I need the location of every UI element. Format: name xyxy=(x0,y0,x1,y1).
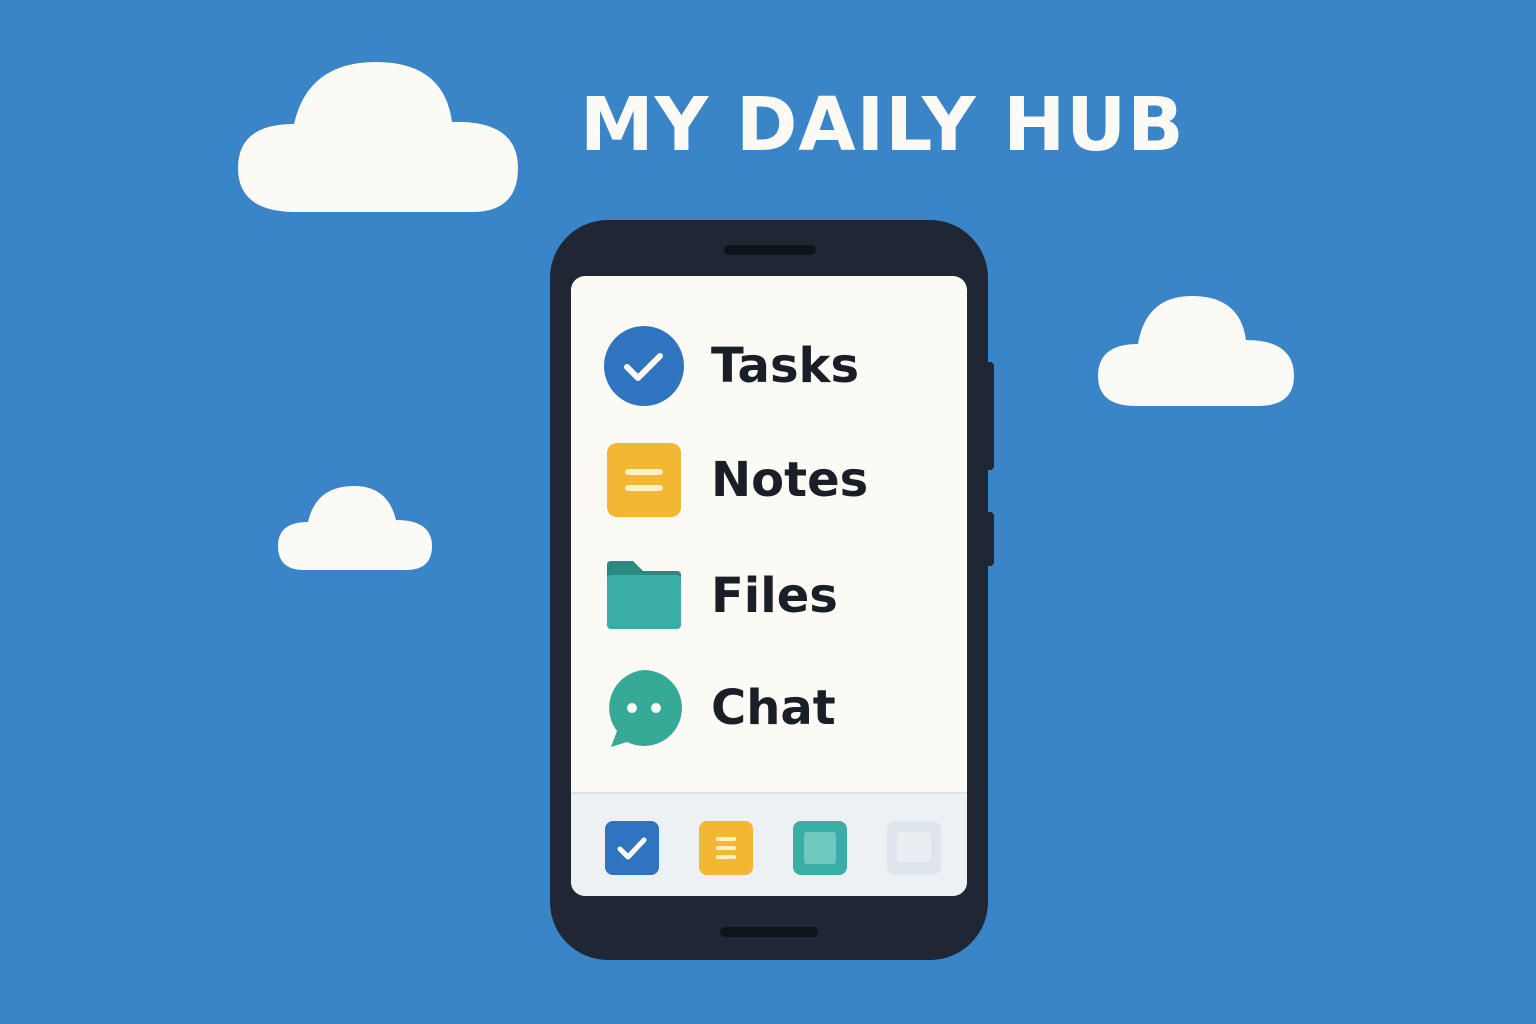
cloud-small xyxy=(276,484,434,572)
app-item-notes[interactable]: Notes xyxy=(603,438,943,522)
phone-speaker xyxy=(724,245,816,255)
phone-device: Tasks Notes Files Chat xyxy=(550,220,994,960)
power-button xyxy=(988,512,994,566)
dock-button-empty[interactable] xyxy=(887,821,941,875)
app-item-chat[interactable]: Chat xyxy=(603,666,943,750)
dock-button-files[interactable] xyxy=(793,821,847,875)
app-item-tasks[interactable]: Tasks xyxy=(603,324,943,408)
app-item-files[interactable]: Files xyxy=(603,554,943,638)
app-label-files: Files xyxy=(711,568,838,624)
dock-button-notes[interactable] xyxy=(699,821,753,875)
check-circle-icon xyxy=(603,325,685,407)
app-label-notes: Notes xyxy=(711,452,869,508)
check-icon xyxy=(617,837,647,860)
chat-bubble-icon xyxy=(603,667,685,749)
square-icon xyxy=(804,832,836,864)
app-dock xyxy=(571,792,967,896)
phone-screen: Tasks Notes Files Chat xyxy=(571,276,967,896)
volume-button xyxy=(988,362,994,470)
home-indicator[interactable] xyxy=(720,927,818,937)
square-icon xyxy=(897,832,931,862)
page-title: MY DAILY HUB xyxy=(580,82,1185,168)
app-label-chat: Chat xyxy=(711,680,836,736)
dock-button-tasks[interactable] xyxy=(605,821,659,875)
app-label-tasks: Tasks xyxy=(711,338,860,394)
folder-icon xyxy=(603,555,685,637)
note-icon xyxy=(716,837,736,859)
cloud-right xyxy=(1096,294,1296,408)
note-icon xyxy=(603,439,685,521)
cloud-large xyxy=(236,60,520,214)
